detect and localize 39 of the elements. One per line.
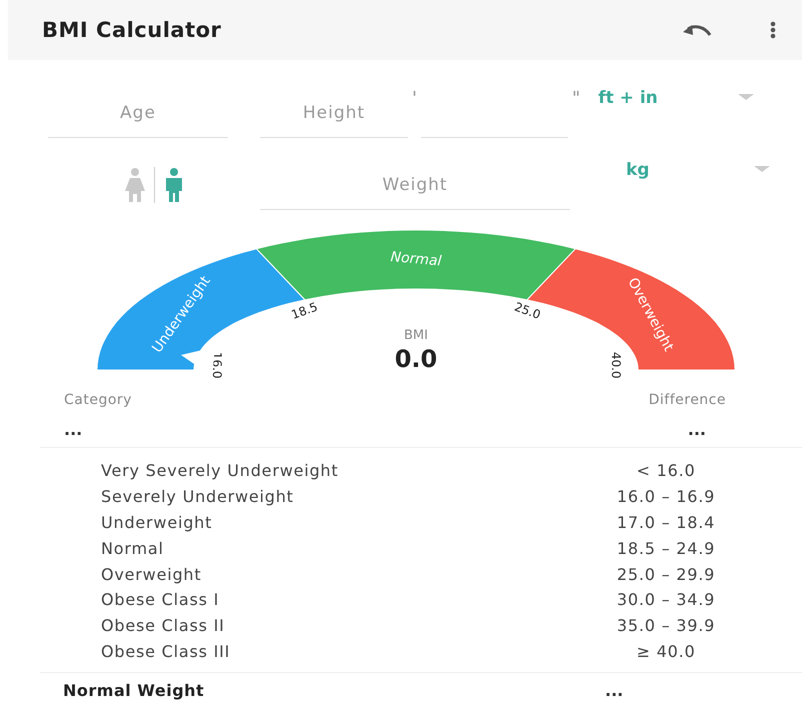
height-unit-dropdown[interactable]: ft + in <box>584 88 754 138</box>
bmi-range: 16.0 – 16.9 <box>616 487 716 506</box>
inches-mark: " <box>572 88 580 109</box>
difference-label: Difference <box>648 392 726 408</box>
feet-mark: ' <box>412 88 417 109</box>
bmi-range: 17.0 – 18.4 <box>616 512 716 532</box>
weight-difference: ... <box>605 681 624 700</box>
app-title: BMI Calculator <box>42 18 222 42</box>
bmi-range: 35.0 – 39.9 <box>616 616 716 636</box>
bmi-label: BMI <box>404 328 428 343</box>
category-name: Severely Underweight <box>101 487 295 506</box>
weight-status: Normal Weight <box>63 681 206 700</box>
category-name: Normal <box>101 538 165 558</box>
category-value: ... <box>64 420 82 439</box>
tick-label: 25.0 <box>512 300 542 322</box>
bmi-value: 0.0 <box>394 345 438 373</box>
category-label: Category <box>64 392 132 408</box>
height-feet-field[interactable]: Height <box>260 88 408 138</box>
bmi-range: < 16.0 <box>636 461 696 480</box>
category-name: Underweight <box>101 512 214 532</box>
weight-unit-dropdown[interactable]: kg <box>570 160 770 210</box>
tick-label: 18.5 <box>290 300 320 322</box>
bmi-range: ≥ 40.0 <box>636 642 696 661</box>
caret-icon <box>738 94 754 102</box>
bmi-range: 30.0 – 34.9 <box>616 590 716 610</box>
bmi-range: 18.5 – 24.9 <box>616 538 716 558</box>
category-name: Overweight <box>101 564 202 584</box>
segment-label: Normal <box>390 249 442 270</box>
tick-label: 40.0 <box>609 352 624 379</box>
bmi-range: 25.0 – 29.9 <box>616 564 716 584</box>
category-name: Obese Class II <box>101 616 226 636</box>
weight-field[interactable]: Weight <box>260 160 570 210</box>
female-button[interactable] <box>124 168 146 202</box>
caret-icon <box>754 166 770 174</box>
difference-value: ... <box>688 420 706 439</box>
category-name: Obese Class III <box>101 642 232 661</box>
age-field[interactable]: Age <box>48 88 228 138</box>
category-name: Very Severely Underweight <box>101 461 340 480</box>
category-name: Obese Class I <box>101 590 220 610</box>
